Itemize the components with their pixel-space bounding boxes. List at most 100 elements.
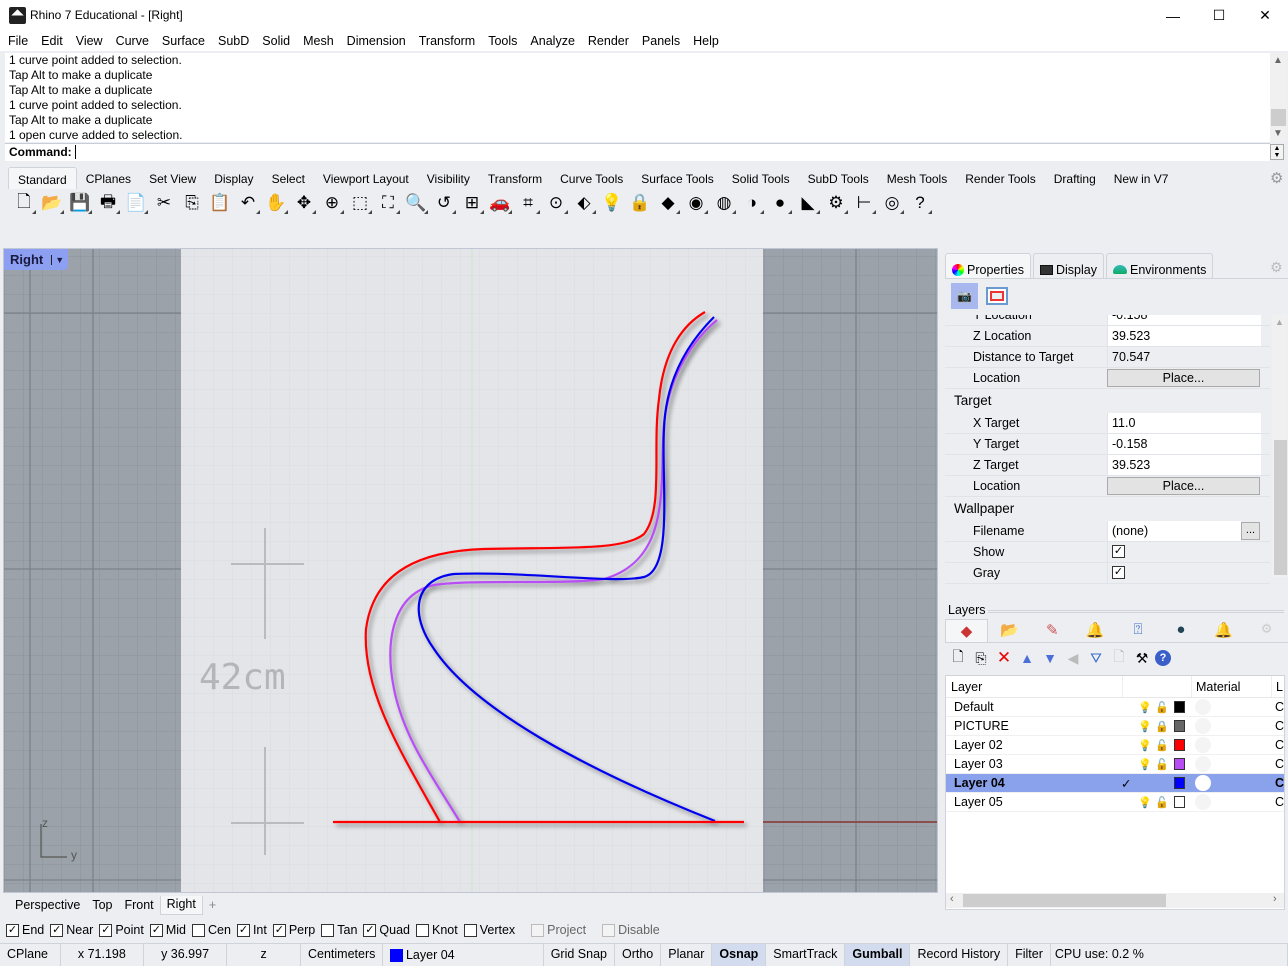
pan-icon[interactable]: ✋ (262, 190, 290, 216)
osnap-checkbox[interactable] (463, 923, 477, 937)
minimize-button[interactable]: — (1150, 0, 1196, 31)
layers-tab-icon[interactable]: ◆ (945, 619, 988, 642)
osnap-checkbox[interactable]: ✓ (99, 923, 113, 937)
menu-transform[interactable]: Transform (419, 31, 482, 51)
dimension-icon[interactable]: ⊢ (850, 190, 878, 216)
tab-render-tools[interactable]: Render Tools (956, 167, 1045, 189)
import-icon[interactable]: 📄 (122, 190, 150, 216)
layer-name[interactable]: Default (946, 700, 1116, 714)
tools-hammer-icon[interactable]: ⚒ (1132, 648, 1152, 668)
layer-row[interactable]: Layer 03 💡 🔓 C (946, 755, 1284, 774)
properties-scrollbar[interactable]: ▲ (1272, 315, 1287, 577)
undo-icon[interactable]: ↶ (234, 190, 262, 216)
current-layer-check[interactable]: ✓ (1116, 776, 1137, 791)
select-points-icon[interactable]: ⬖ (570, 190, 598, 216)
cplane-icon[interactable]: ⌗ (514, 190, 542, 216)
viewport-right[interactable]: 42cm Right ▼ z y (3, 248, 938, 893)
delete-layer-icon[interactable]: ✕ (994, 648, 1014, 668)
toggle-filter[interactable]: Filter (1008, 944, 1051, 966)
osnap-checkbox[interactable]: ✓ (149, 923, 163, 937)
layer-color-swatch[interactable] (1173, 720, 1186, 732)
layer-color-swatch[interactable] (1173, 796, 1186, 808)
browse-button[interactable]: ... (1241, 522, 1260, 540)
zoom-dynamic-icon[interactable]: ⊕ (318, 190, 346, 216)
lock-icon[interactable]: 🔒 (626, 190, 654, 216)
move-left-icon[interactable]: ◀ (1063, 648, 1083, 668)
menu-mesh[interactable]: Mesh (303, 31, 340, 51)
current-layer-indicator[interactable]: Layer 04 (383, 944, 544, 966)
layer-icon[interactable]: ◆ (654, 190, 682, 216)
place-target-button[interactable]: Place... (1107, 477, 1260, 495)
viewport-tab-top[interactable]: Top (86, 898, 118, 912)
grasshopper-icon[interactable]: ◎ (878, 190, 906, 216)
tab-mesh-tools[interactable]: Mesh Tools (878, 167, 956, 189)
toggle-ortho[interactable]: Ortho (615, 944, 662, 966)
layer-row[interactable]: Default 💡 🔓 C (946, 698, 1284, 717)
wallpaper-filename[interactable]: (none) (1107, 521, 1241, 541)
column-linetype[interactable]: L (1272, 676, 1283, 697)
save-icon[interactable]: 💾 (66, 190, 94, 216)
linetype-cell[interactable]: C (1275, 795, 1284, 809)
undo-view-icon[interactable]: ↺ (430, 190, 458, 216)
place-location-button[interactable]: Place... (1107, 369, 1260, 387)
menu-edit[interactable]: Edit (41, 31, 69, 51)
menu-subd[interactable]: SubD (218, 31, 255, 51)
command-prompt[interactable]: Command: (5, 143, 1270, 161)
help-icon[interactable]: ? (906, 190, 934, 216)
tab-set-view[interactable]: Set View (140, 167, 205, 189)
unlock-icon[interactable]: 🔓 (1153, 796, 1170, 809)
new-icon[interactable]: 🗋 (10, 190, 38, 216)
maximize-button[interactable]: ☐ (1196, 0, 1242, 31)
osnap-checkbox[interactable] (192, 923, 205, 937)
viewport-title-button[interactable]: Right ▼ (4, 249, 69, 270)
layer-row[interactable]: PICTURE 💡 🔒 C (946, 717, 1284, 736)
scroll-down-icon[interactable]: ▼ (1273, 128, 1283, 139)
tab-solid-tools[interactable]: Solid Tools (723, 167, 799, 189)
zoom-window-icon[interactable]: ⬚ (346, 190, 374, 216)
scroll-up-icon[interactable]: ▲ (1273, 55, 1283, 66)
zoom-selected-icon[interactable]: 🔍 (402, 190, 430, 216)
cut-icon[interactable]: ✂ (150, 190, 178, 216)
panel-settings-gear-icon[interactable]: ⚙ (1270, 259, 1283, 276)
toolbar-settings-gear-icon[interactable]: ⚙ (1270, 169, 1283, 187)
toggle-gumball[interactable]: Gumball (845, 944, 911, 966)
layer-name[interactable]: PICTURE (946, 719, 1116, 733)
tab-environments[interactable]: Environments (1105, 253, 1214, 278)
osnap-checkbox[interactable]: ✓ (50, 923, 64, 937)
column-layer[interactable]: Layer (946, 676, 1123, 697)
layer-name[interactable]: Layer 02 (946, 738, 1116, 752)
menu-analyze[interactable]: Analyze (530, 31, 580, 51)
column-material[interactable]: Material (1192, 676, 1272, 697)
folder-tab-icon[interactable]: 📂 (988, 619, 1031, 642)
osnap-project[interactable]: Project (531, 923, 586, 937)
tab-subd-tools[interactable]: SubD Tools (799, 167, 878, 189)
command-spinner[interactable]: ▲ ▼ (1270, 144, 1284, 160)
tab-drafting[interactable]: Drafting (1045, 167, 1105, 189)
close-button[interactable]: ✕ (1242, 0, 1288, 31)
new-sublayer-icon[interactable]: ⎘ (971, 648, 991, 668)
new-layer-icon[interactable]: 🗋 (948, 648, 968, 668)
prop-value-z-location[interactable]: 39.523 (1107, 326, 1261, 346)
osnap-cen[interactable]: Cen (192, 923, 231, 937)
four-viewports-icon[interactable]: ⊞ (458, 190, 486, 216)
material-icon[interactable] (1195, 794, 1211, 810)
material-icon[interactable] (1195, 737, 1211, 753)
toggle-osnap[interactable]: Osnap (712, 944, 767, 966)
tab-transform[interactable]: Transform (479, 167, 551, 189)
unlock-icon[interactable]: 🔓 (1153, 739, 1170, 752)
linetype-cell[interactable]: C (1275, 738, 1284, 752)
linetype-cell[interactable]: C (1275, 719, 1284, 733)
viewport-tab-front[interactable]: Front (118, 898, 159, 912)
column-state[interactable] (1123, 676, 1192, 697)
menu-file[interactable]: File (8, 31, 34, 51)
copy-icon[interactable]: ⎘ (178, 190, 206, 216)
scroll-up-icon[interactable]: ▲ (1275, 317, 1284, 327)
osnap-vertex[interactable]: Vertex (463, 923, 515, 937)
layer-state-icon[interactable]: 🗋 (1109, 648, 1129, 668)
osnap-point[interactable]: ✓ Point (99, 923, 144, 937)
tab-display[interactable]: Display (1032, 253, 1104, 278)
lightbulb-icon[interactable]: 💡 (1137, 796, 1153, 809)
prop-value-x-target[interactable]: 11.0 (1107, 413, 1261, 433)
view-frame-icon[interactable] (983, 283, 1010, 309)
osnap-checkbox[interactable] (416, 923, 429, 937)
